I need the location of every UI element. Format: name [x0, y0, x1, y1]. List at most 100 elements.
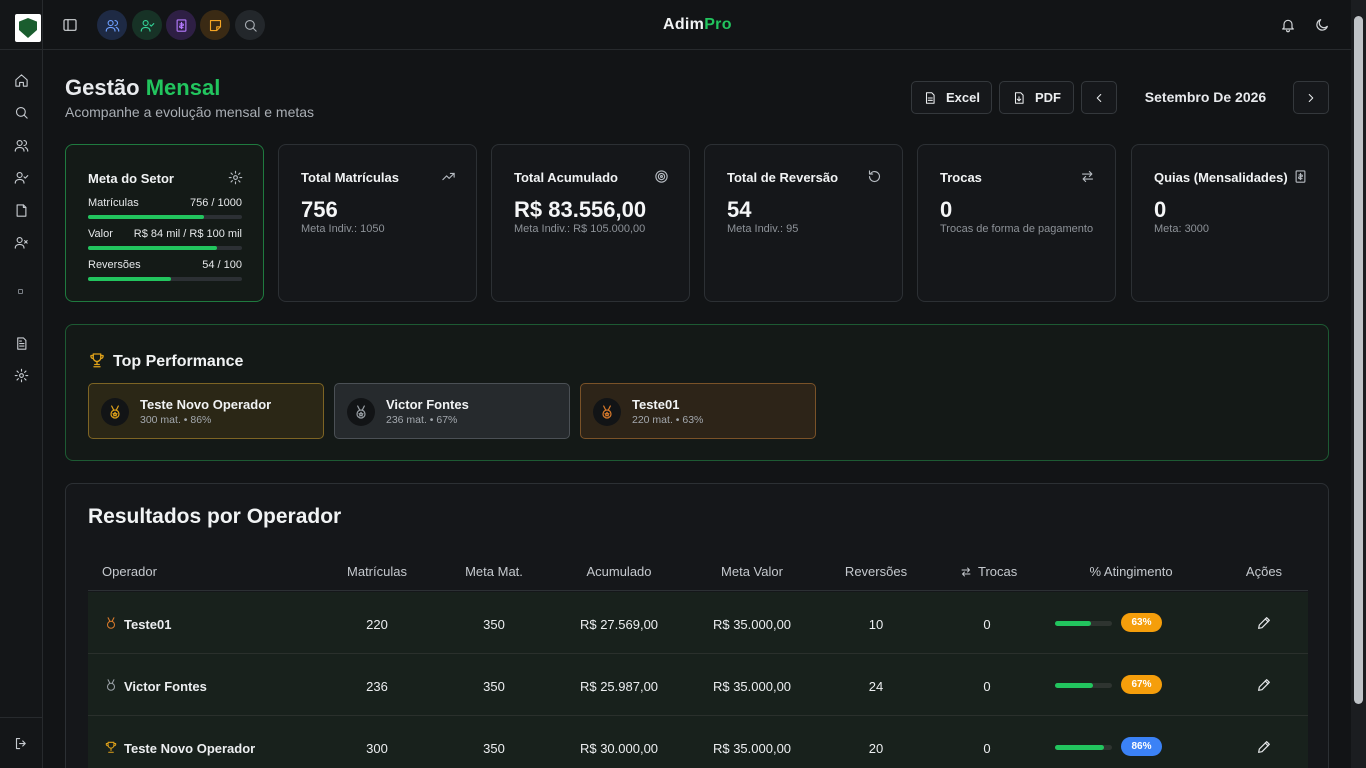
cell-acumulado: R$ 30.000,00 — [579, 741, 659, 756]
col-header-reversoes[interactable]: Reversões — [845, 564, 907, 579]
medal-bronze-icon — [104, 616, 118, 630]
performer-card-2[interactable]: Victor Fontes 236 mat. • 67% — [334, 383, 570, 439]
table-row[interactable]: Teste Novo Operador 300 350 R$ 30.000,00… — [88, 716, 1308, 768]
performer-name: Teste Novo Operador — [140, 397, 272, 412]
goal-value: 756 / 1000 — [190, 197, 242, 209]
export-excel-button[interactable]: Excel — [911, 81, 992, 114]
user-check-icon[interactable] — [12, 168, 30, 186]
progress-bar — [1055, 683, 1112, 688]
stat-value: 756 — [301, 197, 338, 222]
stat-title: Total Matrículas — [301, 170, 400, 185]
col-header-meta-valor[interactable]: Meta Valor — [721, 564, 783, 579]
cell-matriculas: 220 — [366, 617, 388, 632]
divider — [88, 590, 1308, 591]
chevron-left-icon — [1092, 91, 1106, 105]
edit-icon[interactable] — [1256, 615, 1272, 631]
performer-stats: 220 mat. • 63% — [632, 414, 704, 426]
excel-label: Excel — [946, 90, 980, 105]
cell-operador: Teste Novo Operador — [124, 741, 256, 756]
sidebar-toggle-icon[interactable] — [55, 10, 85, 40]
pdf-label: PDF — [1035, 90, 1061, 105]
progress-bar — [1055, 621, 1112, 626]
performer-stats: 300 mat. • 86% — [140, 414, 212, 426]
receipt-icon — [1293, 169, 1308, 184]
top-performance-title: Top Performance — [113, 353, 244, 370]
users-shortcut-icon[interactable] — [97, 10, 127, 40]
goal-value: R$ 84 mil / R$ 100 mil — [133, 228, 242, 240]
performer-name: Victor Fontes — [386, 397, 469, 412]
stat-title: Trocas — [940, 170, 982, 185]
logout-icon[interactable] — [12, 734, 30, 752]
note-shortcut-icon[interactable] — [200, 10, 230, 40]
stat-sub: Meta Indiv.: 95 — [727, 223, 799, 235]
user-check-shortcut-icon[interactable] — [132, 10, 162, 40]
swap-icon — [960, 566, 972, 578]
cell-matriculas: 236 — [366, 679, 388, 694]
bell-icon[interactable] — [1273, 10, 1303, 40]
prev-month-button[interactable] — [1081, 81, 1117, 114]
performer-card-3[interactable]: Teste01 220 mat. • 63% — [580, 383, 816, 439]
target-icon — [654, 169, 669, 184]
col-header-trocas[interactable]: Trocas — [960, 564, 1017, 579]
cell-trocas: 0 — [983, 617, 991, 632]
col-header-operador[interactable]: Operador — [102, 564, 157, 579]
gear-icon[interactable] — [228, 170, 243, 185]
search-shortcut-icon[interactable] — [235, 10, 265, 40]
stat-title: Total de Reversão — [727, 170, 839, 185]
swap-icon — [1080, 169, 1095, 184]
file-icon[interactable] — [12, 201, 30, 219]
collapsed-group-icon[interactable] — [18, 289, 23, 294]
page-subtitle: Acompanhe a evolução mensal e metas — [65, 104, 315, 120]
col-header-atingimento[interactable]: % Atingimento — [1089, 564, 1172, 579]
user-x-icon[interactable] — [12, 233, 30, 251]
brand-name: AdimPro — [663, 16, 732, 33]
report-icon[interactable] — [12, 334, 30, 352]
stat-value: R$ 83.556,00 — [514, 197, 647, 222]
percent-badge: 86% — [1121, 737, 1162, 756]
rotate-icon — [867, 169, 882, 184]
results-panel: Resultados por Operador Operador Matrícu… — [65, 483, 1329, 768]
stat-card-matriculas: Total Matrículas 756 Meta Indiv.: 1050 — [278, 144, 477, 302]
goal-progress — [88, 215, 205, 219]
progress-fill — [1055, 621, 1091, 626]
goal-progress — [88, 246, 218, 250]
goal-label: Matrículas — [88, 197, 139, 209]
receipt-shortcut-icon[interactable] — [166, 10, 196, 40]
users-icon[interactable] — [12, 136, 30, 154]
goal-progress — [88, 277, 172, 281]
scrollbar[interactable] — [1351, 0, 1366, 768]
settings-icon[interactable] — [12, 366, 30, 384]
trending-up-icon — [441, 169, 456, 184]
col-header-meta-mat[interactable]: Meta Mat. — [465, 564, 523, 579]
progress-bar — [1055, 745, 1112, 750]
stat-sub: Meta: 3000 — [1154, 223, 1210, 235]
goal-value: 54 / 100 — [202, 259, 242, 271]
search-icon[interactable] — [12, 103, 30, 121]
cell-matriculas: 300 — [366, 741, 388, 756]
sector-goal-title: Meta do Setor — [88, 171, 174, 186]
stat-title: Total Acumulado — [514, 170, 618, 185]
app-logo[interactable] — [15, 14, 41, 42]
medal-bronze-icon — [593, 398, 621, 426]
export-pdf-button[interactable]: PDF — [999, 81, 1074, 114]
next-month-button[interactable] — [1293, 81, 1329, 114]
edit-icon[interactable] — [1256, 677, 1272, 693]
edit-icon[interactable] — [1256, 739, 1272, 755]
cell-reversoes: 20 — [868, 741, 884, 756]
divider — [0, 49, 43, 50]
goal-label: Reversões — [88, 259, 141, 271]
home-icon[interactable] — [12, 71, 30, 89]
progress-fill — [1055, 683, 1094, 688]
stat-sub: Trocas de forma de pagamento — [940, 223, 1094, 235]
cell-acumulado: R$ 27.569,00 — [579, 617, 659, 632]
scrollbar-thumb[interactable] — [1354, 16, 1363, 704]
performer-card-1[interactable]: Teste Novo Operador 300 mat. • 86% — [88, 383, 324, 439]
theme-moon-icon[interactable] — [1307, 10, 1337, 40]
col-header-matriculas[interactable]: Matrículas — [347, 564, 407, 579]
table-row[interactable]: Teste01 220 350 R$ 27.569,00 R$ 35.000,0… — [88, 592, 1308, 654]
col-header-acumulado[interactable]: Acumulado — [586, 564, 651, 579]
performer-name: Teste01 — [632, 397, 680, 412]
medal-silver-icon — [104, 678, 118, 692]
divider — [0, 717, 43, 718]
table-row[interactable]: Victor Fontes 236 350 R$ 25.987,00 R$ 35… — [88, 654, 1308, 716]
